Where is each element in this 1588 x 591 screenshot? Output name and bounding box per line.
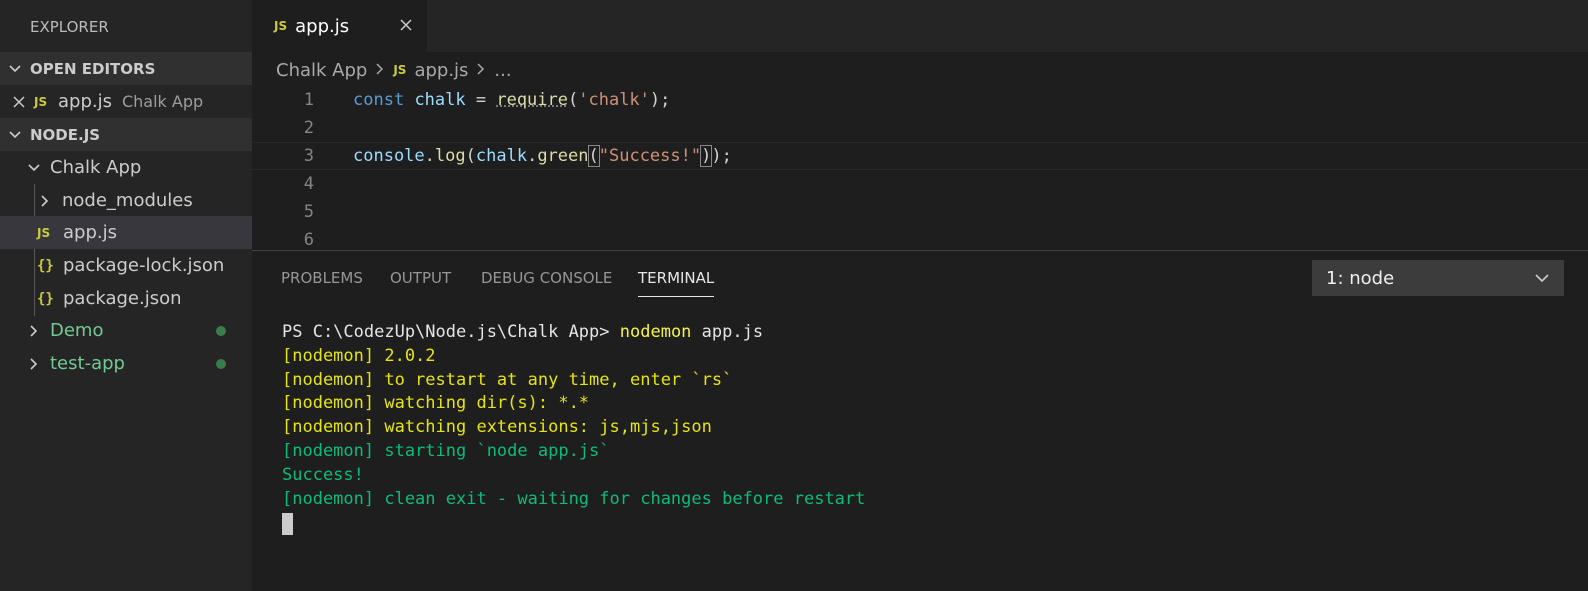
explorer-sidebar: EXPLORER OPEN EDITORS JS app.js Chalk Ap… [0,0,252,591]
file-package-json[interactable]: {} package.json [0,282,252,315]
tab-terminal[interactable]: TERMINAL [638,269,715,297]
json-file-icon: {} [37,257,54,274]
tab-label: app.js [295,15,350,37]
editor-tab-bar: JS app.js [252,0,1588,52]
folder-label: node_modules [62,190,193,211]
terminal-output[interactable]: PS C:\CodezUp\Node.js\Chalk App> nodemon… [282,321,866,536]
folder-label: test-app [50,353,125,374]
line-number: 5 [303,202,314,222]
git-status-dot [216,358,226,369]
terminal-line: [nodemon] to restart at any time, enter … [282,369,733,390]
file-label: package.json [63,288,182,309]
terminal-line: Success! [282,464,364,485]
terminal-line: [nodemon] watching dir(s): *.* [282,393,590,414]
line-number: 6 [303,230,314,250]
code-line-current: 3 console.log(chalk.green("Success!")); [252,142,1588,170]
file-label: app.js [63,222,117,243]
code-line: 2 [252,114,1588,142]
open-editors-label: OPEN EDITORS [30,59,156,78]
line-number: 2 [303,118,314,138]
folder-demo[interactable]: Demo [0,314,252,347]
terminal-select-value: 1: node [1326,267,1395,289]
terminal-cursor [282,513,293,536]
code-text: const chalk = require('chalk'); [353,90,671,110]
code-line: 5 [252,198,1588,226]
chevron-right-icon [0,324,50,338]
file-label: package-lock.json [63,255,225,276]
code-line: 4 [252,170,1588,198]
terminal-line: PS C:\CodezUp\Node.js\Chalk App> nodemon… [282,322,764,342]
open-editors-header[interactable]: OPEN EDITORS [0,52,252,85]
code-line: 1 const chalk = require('chalk'); [252,86,1588,114]
chevron-right-icon [375,60,385,81]
chevron-down-icon [1534,270,1550,291]
json-file-icon: {} [37,290,54,307]
breadcrumb: Chalk App JS app.js ... [276,57,512,83]
terminal-select[interactable]: 1: node [1312,260,1564,296]
tab-problems[interactable]: PROBLEMS [281,269,363,297]
chevron-right-icon [476,60,486,81]
terminal-line: [nodemon] starting `node app.js` [282,440,610,461]
breadcrumb-more[interactable]: ... [494,60,511,81]
terminal-line: [nodemon] clean exit - waiting for chang… [282,488,866,509]
breadcrumb-file[interactable]: app.js [414,60,468,81]
js-file-icon: JS [34,94,48,109]
open-editor-filename: app.js [58,91,112,112]
js-file-icon: JS [37,225,51,240]
folder-test-app[interactable]: test-app [0,347,252,380]
tab-debug-console[interactable]: DEBUG CONSOLE [481,269,612,297]
chevron-down-icon [0,161,50,175]
open-editor-item-app-js[interactable]: JS app.js Chalk App [0,85,252,118]
file-app-js[interactable]: JS app.js [0,216,252,249]
chevron-down-icon [0,128,30,142]
breadcrumb-folder[interactable]: Chalk App [276,60,367,81]
workspace-header[interactable]: NODE.JS [0,118,252,151]
folder-label: Chalk App [50,157,142,178]
code-text: console.log(chalk.green("Success!")); [353,145,732,167]
chevron-right-icon [0,194,62,208]
chevron-down-icon [0,62,30,76]
terminal-line: [nodemon] 2.0.2 [282,345,436,366]
chevron-right-icon [0,357,50,371]
bottom-panel: PROBLEMS OUTPUT DEBUG CONSOLE TERMINAL 1… [252,250,1588,591]
code-editor[interactable]: 1 const chalk = require('chalk'); 2 3 co… [252,84,1588,250]
js-file-icon: JS [393,63,407,77]
folder-chalk-app[interactable]: Chalk App [0,151,252,184]
close-icon[interactable] [0,95,30,109]
terminal-line: [nodemon] watching extensions: js,mjs,js… [282,417,712,438]
folder-label: Demo [50,320,104,341]
tab-output[interactable]: OUTPUT [390,269,451,297]
tab-app-js[interactable]: JS app.js [252,0,427,52]
workspace-label: NODE.JS [30,125,101,144]
open-editor-folder: Chalk App [121,92,204,111]
git-status-dot [216,325,226,336]
js-file-icon: JS [274,19,288,33]
file-package-lock-json[interactable]: {} package-lock.json [0,249,252,282]
explorer-title: EXPLORER [30,18,109,36]
line-number: 3 [303,146,314,166]
folder-node-modules[interactable]: node_modules [0,184,252,217]
close-icon[interactable] [399,16,413,37]
line-number: 4 [303,174,314,194]
line-number: 1 [303,90,314,110]
